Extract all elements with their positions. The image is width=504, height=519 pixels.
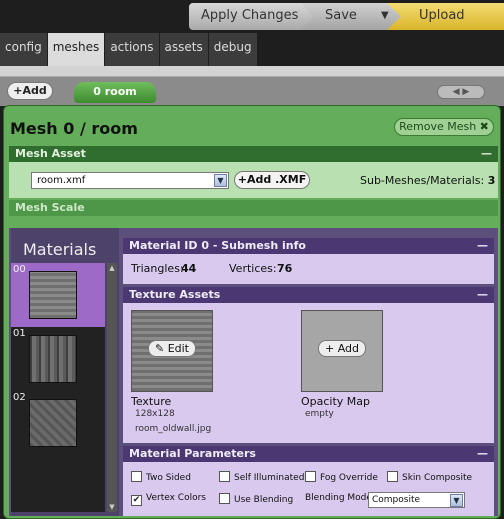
materials-heading: Materials [23,240,97,259]
collapse-icon[interactable]: — [477,287,488,303]
texture-assets-label: Texture Assets [129,288,221,301]
triangles-label: Triangles: [131,262,184,275]
vertex-colors-option[interactable]: ✔ Vertex Colors [131,493,206,506]
submesh-info-header[interactable]: Material ID 0 - Submesh info — [123,238,494,254]
two-sided-checkbox[interactable] [131,471,142,482]
apply-changes-button[interactable]: Apply Changes [189,3,324,30]
texture-assets-header[interactable]: Texture Assets — [123,287,494,303]
tab-actions[interactable]: actions [105,33,159,67]
mesh-panel: Mesh 0 / room Remove Mesh ✖ Mesh Asset —… [3,105,501,519]
material-number: 00 [13,264,26,275]
material-thumbnail [29,399,77,447]
materials-scrollbar[interactable]: ▲ ▼ [107,263,117,512]
main-tabs: config meshes actions assets debug [0,33,504,67]
skin-composite-label: Skin Composite [402,473,473,483]
fog-override-checkbox[interactable] [305,471,316,482]
scroll-up-icon[interactable]: ▲ [108,264,116,272]
mesh-tab-room[interactable]: 0 room [74,82,156,103]
vertex-colors-label: Vertex Colors [146,493,206,503]
scroll-down-icon[interactable]: ▼ [108,503,116,511]
collapse-icon[interactable]: — [477,238,488,254]
submesh-info-label: Material ID 0 - Submesh info [129,239,306,252]
material-thumbnail [29,271,77,319]
chevron-down-icon[interactable]: ▼ [450,494,463,507]
material-params-header[interactable]: Material Parameters — [123,446,494,462]
collapse-icon[interactable]: — [477,446,488,462]
two-sided-option[interactable]: Two Sided [131,471,191,483]
add-xmf-button[interactable]: +Add .XMF [234,171,310,189]
materials-area: Materials 00 01 02 ▲ ▼ Material ID 0 - S… [9,228,498,516]
mesh-asset-label: Mesh Asset [15,147,86,160]
skin-composite-checkbox[interactable] [387,471,398,482]
tab-divider [0,66,504,76]
use-blending-checkbox[interactable] [219,493,230,504]
add-mesh-button[interactable]: +Add [7,82,53,100]
vertices-label: Vertices: [229,262,277,275]
self-illuminated-option[interactable]: Self Illuminated [219,471,304,483]
materials-list: Materials 00 01 02 ▲ ▼ [11,228,119,516]
page-title: Mesh 0 / room [10,119,138,138]
use-blending-label: Use Blending [234,495,294,505]
mesh-asset-header[interactable]: Mesh Asset — [9,146,498,162]
mesh-asset-row: room.xmf ▼ +Add .XMF Sub-Meshes/Material… [9,162,498,198]
texture-assets-body: ✎ Edit Texture 128x128 room_oldwall.jpg … [123,303,494,443]
material-item-01[interactable]: 01 [11,327,105,391]
submesh-count: Sub-Meshes/Materials: 3 [360,174,495,187]
mesh-file-value: room.xmf [37,175,86,186]
texture-filename: room_oldwall.jpg [135,424,212,434]
vertex-colors-checkbox[interactable]: ✔ [131,495,142,506]
material-item-02[interactable]: 02 [11,391,105,455]
opacity-map-thumbnail[interactable]: + Add [301,310,383,392]
blending-mode-label: Blending Mode [305,493,372,503]
tab-debug[interactable]: debug [208,33,257,67]
collapse-icon[interactable]: — [481,146,492,162]
blending-mode-select[interactable]: Composite ▼ [368,492,465,508]
add-opacity-map-button[interactable]: + Add [318,340,366,357]
submesh-info-body: Triangles: 44 Vertices: 76 [123,254,494,284]
material-thumbnail [29,335,77,383]
material-detail: Material ID 0 - Submesh info — Triangles… [123,233,494,516]
texture-thumbnail[interactable]: ✎ Edit [131,310,213,392]
material-number: 01 [13,328,26,339]
self-illuminated-checkbox[interactable] [219,471,230,482]
submesh-count-label: Sub-Meshes/Materials: [360,174,485,187]
vertices-value: 76 [277,262,293,275]
materials-items: 00 01 02 [11,263,105,512]
fog-override-option[interactable]: Fog Override [305,471,378,483]
blending-mode-value: Composite [372,495,421,505]
submesh-count-value: 3 [487,174,496,187]
triangles-value: 44 [181,262,197,275]
app-window: Apply Changes Save ▼ Upload config meshe… [0,0,504,519]
mesh-scale-label: Mesh Scale [15,201,85,214]
edit-texture-button[interactable]: ✎ Edit [148,340,196,357]
chevron-down-icon[interactable]: ▼ [214,174,227,187]
material-number: 02 [13,392,26,403]
opacity-map-status: empty [305,409,334,419]
mesh-scale-header[interactable]: Mesh Scale [9,200,498,216]
self-illuminated-label: Self Illuminated [234,473,305,483]
tab-assets[interactable]: assets [159,33,208,67]
texture-size: 128x128 [135,409,175,419]
upload-button[interactable]: Upload [387,3,504,30]
skin-composite-option[interactable]: Skin Composite [387,471,472,483]
mesh-tab-bar: +Add 0 room ◀ ▶ [0,76,504,106]
material-params-body: Two Sided Self Illuminated Fog Override … [123,462,494,516]
fog-override-label: Fog Override [320,473,378,483]
remove-mesh-button[interactable]: Remove Mesh ✖ [394,118,494,136]
texture-caption: Texture [131,395,172,408]
action-bar: Apply Changes Save ▼ Upload [189,3,504,30]
opacity-map-caption: Opacity Map [301,395,371,408]
tab-meshes[interactable]: meshes [47,33,105,67]
material-item-00[interactable]: 00 [11,263,105,327]
use-blending-option[interactable]: Use Blending [219,493,293,505]
material-params-label: Material Parameters [129,447,256,460]
tab-scroll-arrows[interactable]: ◀ ▶ [437,85,485,99]
tab-config[interactable]: config [0,33,47,67]
mesh-file-select[interactable]: room.xmf ▼ [31,172,229,189]
two-sided-label: Two Sided [146,473,191,483]
